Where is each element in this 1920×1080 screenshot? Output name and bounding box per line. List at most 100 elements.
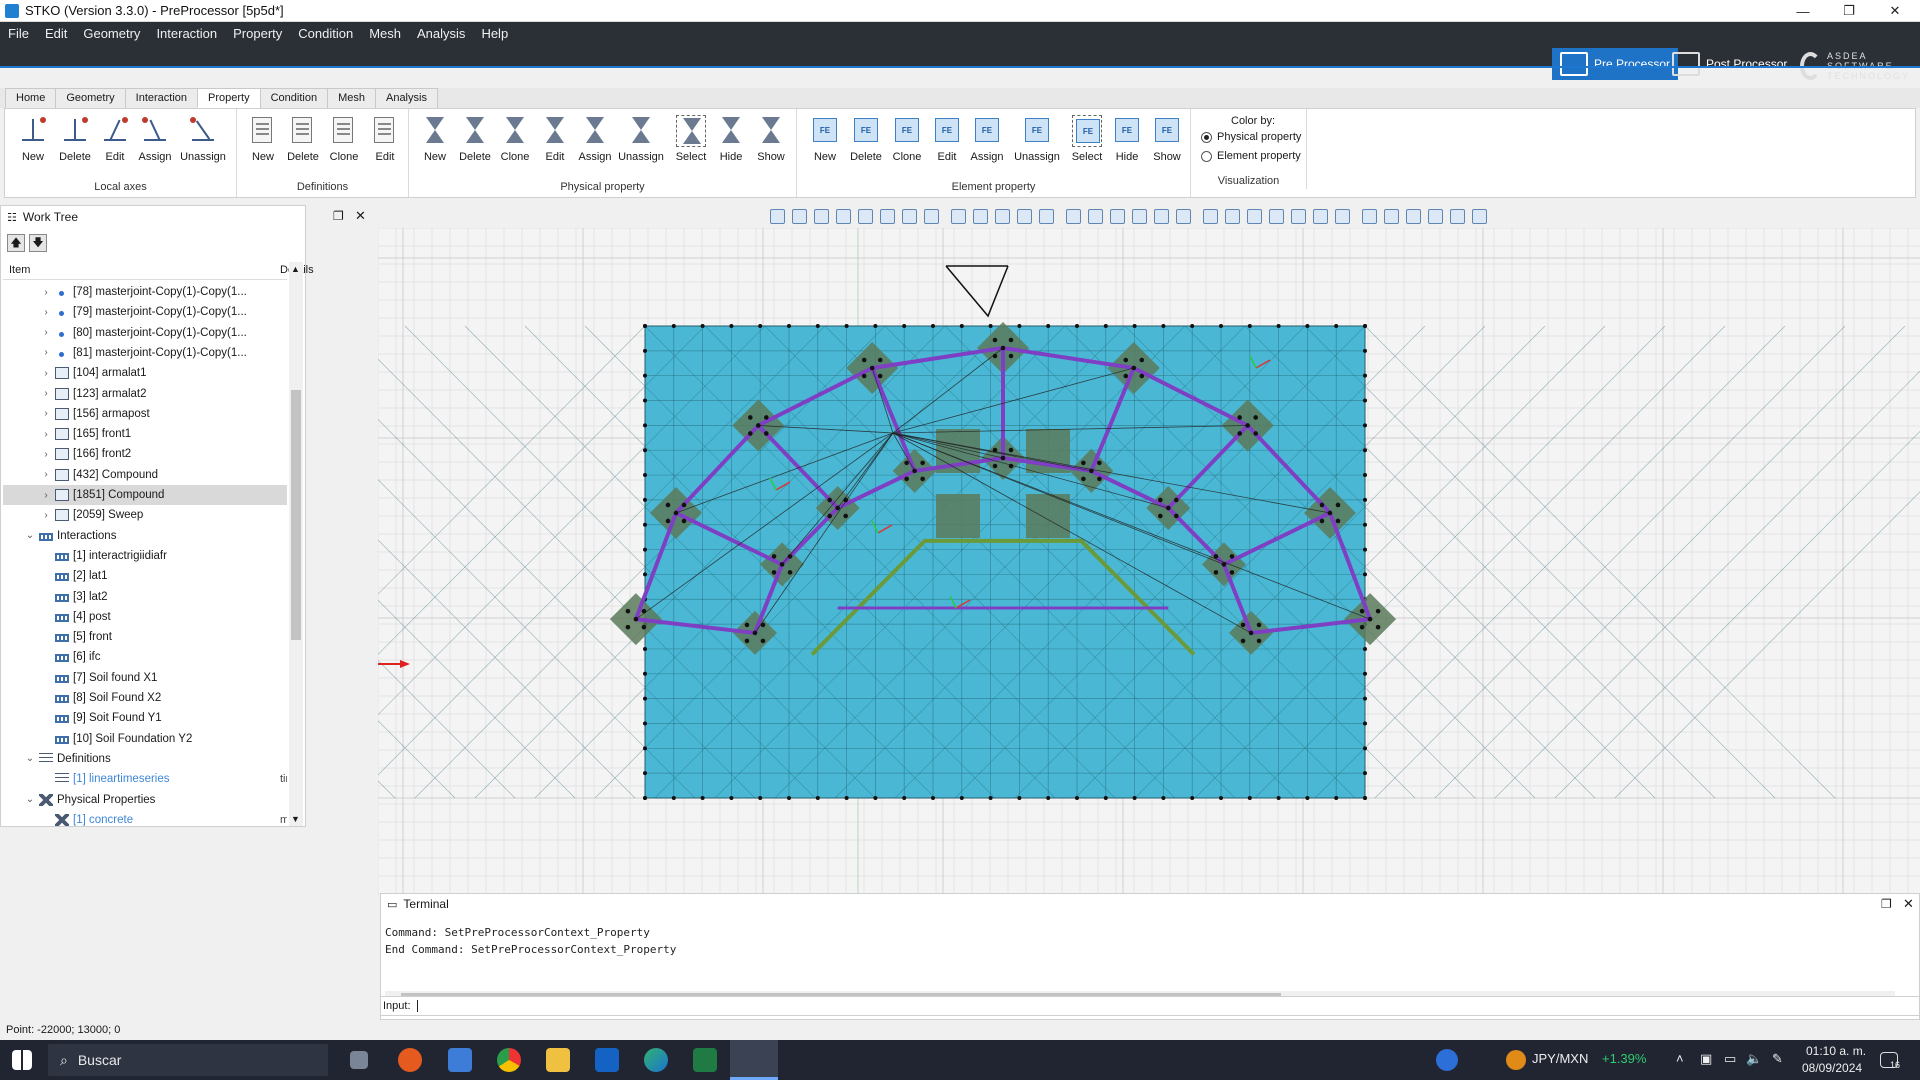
view-tool-icon[interactable] bbox=[1384, 208, 1399, 224]
view-tool-icon[interactable] bbox=[814, 208, 829, 224]
tree-row[interactable]: › [123] armalat2 bbox=[3, 384, 287, 404]
expand-icon[interactable]: › bbox=[41, 510, 51, 521]
expand-icon[interactable]: › bbox=[41, 408, 51, 419]
task-view-icon[interactable] bbox=[350, 1051, 368, 1069]
stko-taskbar-button[interactable] bbox=[730, 1040, 778, 1080]
element-show-button[interactable]: FE Show bbox=[1147, 115, 1187, 171]
tree-row[interactable]: › [156] armapost bbox=[3, 404, 287, 424]
menu-geometry[interactable]: Geometry bbox=[75, 22, 148, 44]
view-tool-icon[interactable] bbox=[1362, 208, 1377, 224]
element-assign-button[interactable]: FE Assign bbox=[967, 115, 1007, 171]
tree-row[interactable]: [9] Soit Found Y1 bbox=[3, 708, 287, 728]
tab-mesh[interactable]: Mesh bbox=[327, 88, 376, 108]
tree-row[interactable]: [7] Soil found X1 bbox=[3, 668, 287, 688]
outlook-icon[interactable] bbox=[595, 1048, 619, 1072]
view-tool-icon[interactable] bbox=[1450, 208, 1465, 224]
tab-geometry[interactable]: Geometry bbox=[55, 88, 126, 108]
view-tool-icon[interactable] bbox=[1132, 208, 1147, 224]
tab-condition[interactable]: Condition bbox=[259, 88, 329, 108]
element-unassign-button[interactable]: FE Unassign bbox=[1014, 115, 1060, 171]
close-button[interactable]: ✕ bbox=[1872, 0, 1918, 22]
move-down-button[interactable]: 🡇 bbox=[29, 234, 47, 252]
expand-icon[interactable]: › bbox=[41, 429, 51, 440]
menu-edit[interactable]: Edit bbox=[37, 22, 75, 44]
view-tool-icon[interactable] bbox=[1176, 208, 1191, 224]
tree-row[interactable]: [1] interactrigiidiafr bbox=[3, 546, 287, 566]
view-tool-icon[interactable] bbox=[1313, 208, 1328, 224]
file-explorer-icon[interactable] bbox=[546, 1048, 570, 1072]
radio-element-property[interactable]: Element property bbox=[1201, 150, 1301, 162]
tab-property[interactable]: Property bbox=[197, 88, 261, 108]
clock-date[interactable]: 08/09/2024 bbox=[1802, 1061, 1862, 1075]
tab-analysis[interactable]: Analysis bbox=[374, 88, 438, 108]
expand-icon[interactable]: › bbox=[41, 347, 51, 358]
menu-help[interactable]: Help bbox=[473, 22, 516, 44]
view-tool-icon[interactable] bbox=[1472, 208, 1487, 224]
model-canvas[interactable] bbox=[378, 228, 1920, 896]
tree-row[interactable]: [2] lat1 bbox=[3, 566, 287, 586]
expand-icon[interactable]: › bbox=[41, 388, 51, 399]
column-item[interactable]: Item bbox=[9, 264, 30, 276]
tree-row[interactable]: [10] Soil Foundation Y2 bbox=[3, 729, 287, 749]
view-tool-icon[interactable] bbox=[973, 208, 988, 224]
excel-icon[interactable] bbox=[693, 1048, 717, 1072]
view-tool-icon[interactable] bbox=[902, 208, 917, 224]
edge-icon[interactable] bbox=[644, 1048, 668, 1072]
tree-row[interactable]: [8] Soil Found X2 bbox=[3, 688, 287, 708]
local-axes-unassign-button[interactable]: Unassign bbox=[180, 115, 226, 171]
view-tool-icon[interactable] bbox=[792, 208, 807, 224]
view-tool-icon[interactable] bbox=[1066, 208, 1081, 224]
tree-row[interactable]: › [78] masterjoint-Copy(1)-Copy(1... bbox=[3, 282, 287, 302]
scroll-down-icon[interactable]: ▼ bbox=[291, 814, 300, 824]
view-tool-icon[interactable] bbox=[858, 208, 873, 224]
view-tool-icon[interactable] bbox=[1225, 208, 1240, 224]
pen-icon[interactable]: ✎ bbox=[1772, 1051, 1783, 1067]
view-tool-icon[interactable] bbox=[995, 208, 1010, 224]
tree-row[interactable]: ⌄ Interactions bbox=[3, 526, 287, 546]
view-tool-icon[interactable] bbox=[1017, 208, 1032, 224]
terminal-float-icon[interactable]: ❐ bbox=[1881, 897, 1892, 911]
tree-scrollbar[interactable]: ▲ ▼ bbox=[289, 262, 303, 826]
view-tool-icon[interactable] bbox=[1247, 208, 1262, 224]
expand-icon[interactable]: › bbox=[41, 287, 51, 298]
expand-icon[interactable]: › bbox=[41, 327, 51, 338]
menu-file[interactable]: File bbox=[0, 22, 37, 44]
menu-property[interactable]: Property bbox=[225, 22, 290, 44]
view-tool-icon[interactable] bbox=[951, 208, 966, 224]
view-tool-icon[interactable] bbox=[880, 208, 895, 224]
tree-row[interactable]: › [2059] Sweep bbox=[3, 505, 287, 525]
tree-row[interactable]: › [1851] Compound bbox=[3, 485, 287, 505]
view-tool-icon[interactable] bbox=[1406, 208, 1421, 224]
element-delete-button[interactable]: FE Delete bbox=[846, 115, 886, 171]
view-tool-icon[interactable] bbox=[1110, 208, 1125, 224]
tree-row[interactable]: › [80] masterjoint-Copy(1)-Copy(1... bbox=[3, 323, 287, 343]
view-tool-icon[interactable] bbox=[770, 208, 785, 224]
definitions-edit-button[interactable]: Edit bbox=[365, 115, 405, 171]
help-icon[interactable] bbox=[1436, 1049, 1458, 1071]
tree-scroll-thumb[interactable] bbox=[291, 390, 301, 640]
view-tool-icon[interactable] bbox=[836, 208, 851, 224]
tree-row[interactable]: › [104] armalat1 bbox=[3, 363, 287, 383]
tree-row[interactable]: [4] post bbox=[3, 607, 287, 627]
clock-time[interactable]: 01:10 a. m. bbox=[1806, 1044, 1866, 1058]
taskbar-search[interactable]: ⌕ Buscar bbox=[48, 1044, 328, 1076]
physical-unassign-button[interactable]: Unassign bbox=[618, 115, 664, 171]
minimize-button[interactable]: — bbox=[1780, 0, 1826, 22]
menu-mesh[interactable]: Mesh bbox=[361, 22, 409, 44]
firefox-icon[interactable] bbox=[398, 1048, 422, 1072]
network-icon[interactable]: ▭ bbox=[1724, 1051, 1736, 1067]
move-up-button[interactable]: 🡅 bbox=[7, 234, 25, 252]
chrome-icon[interactable] bbox=[497, 1048, 521, 1072]
post-processor-button[interactable]: Post Processor bbox=[1664, 48, 1795, 80]
tree-row[interactable]: › [165] front1 bbox=[3, 424, 287, 444]
radio-physical-property[interactable]: Physical property bbox=[1201, 131, 1301, 143]
local-axes-assign-button[interactable]: Assign bbox=[135, 115, 175, 171]
terminal-input[interactable] bbox=[416, 1000, 418, 1012]
view-tool-icon[interactable] bbox=[1335, 208, 1350, 224]
collapse-icon[interactable]: ⌄ bbox=[25, 753, 35, 764]
menu-analysis[interactable]: Analysis bbox=[409, 22, 473, 44]
view-tool-icon[interactable] bbox=[1428, 208, 1443, 224]
pre-processor-button[interactable]: Pre Processor bbox=[1552, 48, 1679, 80]
tree-row[interactable]: ⌄ Physical Properties bbox=[3, 790, 287, 810]
collapse-icon[interactable]: ⌄ bbox=[25, 530, 35, 541]
